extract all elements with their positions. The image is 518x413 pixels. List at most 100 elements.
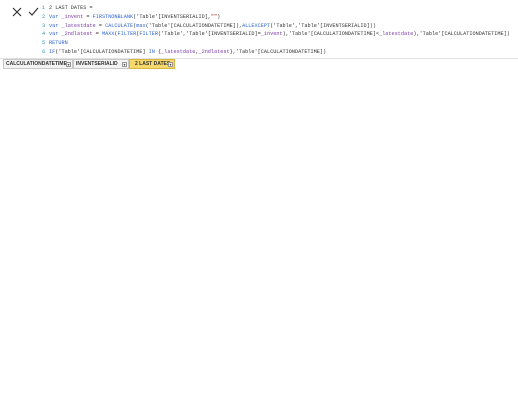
cell-2-last-dates[interactable] xyxy=(129,234,175,244)
cell-calculationdatetime[interactable]: 25-Apr-22 xyxy=(3,304,73,314)
cell-inventserialid[interactable]: CVS-002 xyxy=(73,95,129,105)
table-row[interactable]: 25-Nov-22 CVS-003 xyxy=(3,373,175,383)
commit-check-icon[interactable] xyxy=(26,5,40,19)
cell-calculationdatetime[interactable]: 28-Feb-22 xyxy=(3,115,73,125)
table-row[interactable]: 31-Oct-21 CVS-002 xyxy=(3,75,175,85)
cell-2-last-dates[interactable] xyxy=(129,135,175,145)
cell-2-last-dates[interactable] xyxy=(129,75,175,85)
cell-inventserialid[interactable]: CVS-003 xyxy=(73,393,129,403)
cell-inventserialid[interactable]: CVS-002 xyxy=(73,165,129,175)
cell-inventserialid[interactable]: CVS-002 xyxy=(73,194,129,204)
cell-2-last-dates[interactable] xyxy=(129,204,175,214)
table-row[interactable]: 31-Oct-22 CVS-002 xyxy=(3,194,175,204)
cell-2-last-dates[interactable] xyxy=(129,254,175,264)
table-row[interactable]: 25-Oct-21 CVS-001 xyxy=(3,244,175,254)
table-row[interactable]: 25-May-22 CVS-003 xyxy=(3,314,175,324)
cell-inventserialid[interactable]: CVS-002 xyxy=(73,75,129,85)
formula-editor[interactable]: 12 LAST DATES = 2 Var _invent = FIRSTNONBL… xyxy=(42,4,510,57)
cell-2-last-dates[interactable] xyxy=(129,373,175,383)
table-row[interactable]: 25-Jan-23 CVS-003 25-Jan-23 xyxy=(3,393,175,403)
cell-2-last-dates[interactable] xyxy=(129,115,175,125)
cell-calculationdatetime[interactable]: 25-Oct-22 xyxy=(3,364,73,374)
table-row[interactable]: 25-Sep-22 CVS-003 xyxy=(3,354,175,364)
column-header-2-last-dates[interactable]: 2 LAST DATES ▾ xyxy=(129,59,175,69)
cell-inventserialid[interactable]: CVS-003 xyxy=(73,383,129,393)
cell-2-last-dates[interactable] xyxy=(129,155,175,165)
cell-calculationdatetime[interactable]: 31-Dec-22 xyxy=(3,214,73,224)
cell-2-last-dates[interactable] xyxy=(129,324,175,334)
cell-inventserialid[interactable]: CVS-002 xyxy=(73,105,129,115)
table-row[interactable]: 31-Jan-23 CVS-002 31-Jan-23 xyxy=(3,224,175,234)
cell-inventserialid[interactable]: CVS-001 xyxy=(73,234,129,244)
cell-inventserialid[interactable]: CVS-001 xyxy=(73,274,129,284)
cell-calculationdatetime[interactable]: 30-Sep-22 xyxy=(3,184,73,194)
cell-inventserialid[interactable]: CVS-001 xyxy=(73,294,129,304)
cell-calculationdatetime[interactable]: 25-Jan-23 xyxy=(3,393,73,403)
cell-inventserialid[interactable]: CVS-001 xyxy=(73,284,129,294)
cell-calculationdatetime[interactable]: 25-Aug-22 xyxy=(3,344,73,354)
dropdown-icon[interactable]: ▾ xyxy=(66,62,71,67)
cell-2-last-dates[interactable] xyxy=(129,264,175,274)
cell-calculationdatetime[interactable]: 31-May-22 xyxy=(3,145,73,155)
cell-calculationdatetime[interactable]: 25-Dec-22 xyxy=(3,383,73,393)
table-row[interactable]: 25-Jan-22 CVS-001 xyxy=(3,274,175,284)
dropdown-icon[interactable]: ▾ xyxy=(168,62,173,67)
cell-inventserialid[interactable]: CVS-002 xyxy=(73,85,129,95)
table-row[interactable]: 30-Sep-22 CVS-002 xyxy=(3,184,175,194)
cell-inventserialid[interactable]: CVS-003 xyxy=(73,373,129,383)
cell-calculationdatetime[interactable]: 25-Nov-21 xyxy=(3,254,73,264)
table-row[interactable]: 25-Dec-22 CVS-003 xyxy=(3,383,175,393)
table-row[interactable]: 31-Jan-22 CVS-002 xyxy=(3,105,175,115)
table-row[interactable]: 25-Feb-22 CVS-001 xyxy=(3,284,175,294)
cell-inventserialid[interactable]: CVS-002 xyxy=(73,115,129,125)
cell-inventserialid[interactable]: CVS-002 xyxy=(73,135,129,145)
cell-2-last-dates[interactable] xyxy=(129,194,175,204)
cell-2-last-dates[interactable] xyxy=(129,244,175,254)
cell-2-last-dates[interactable] xyxy=(129,274,175,284)
cell-calculationdatetime[interactable]: 30-Nov-21 xyxy=(3,85,73,95)
column-header-inventserialid[interactable]: INVENTSERIALID ▾ xyxy=(73,59,129,69)
cell-2-last-dates[interactable]: 31-Dec-22 xyxy=(129,214,175,224)
cell-2-last-dates[interactable]: 25-Apr-22 xyxy=(129,304,175,314)
cell-calculationdatetime[interactable]: 30-Jun-22 xyxy=(3,155,73,165)
table-row[interactable]: 31-May-22 CVS-002 xyxy=(3,145,175,155)
table-row[interactable]: 25-Mar-22 CVS-001 25-Mar-22 xyxy=(3,294,175,304)
cell-2-last-dates[interactable] xyxy=(129,284,175,294)
column-header-calculationdatetime[interactable]: CALCULATIONDATETIME ▾ xyxy=(3,59,73,69)
table-row[interactable]: 25-Jul-22 CVS-003 xyxy=(3,334,175,344)
table-row[interactable]: 31-Dec-22 CVS-002 31-Dec-22 xyxy=(3,214,175,224)
cancel-icon[interactable] xyxy=(10,5,24,19)
cell-calculationdatetime[interactable]: 25-Sep-21 xyxy=(3,234,73,244)
table-row[interactable]: 31-Jul-22 CVS-002 xyxy=(3,165,175,175)
cell-inventserialid[interactable]: CVS-003 xyxy=(73,354,129,364)
table-row[interactable]: 25-Nov-21 CVS-001 xyxy=(3,254,175,264)
table-row[interactable]: 30-Nov-22 CVS-002 xyxy=(3,204,175,214)
cell-calculationdatetime[interactable]: 30-Apr-22 xyxy=(3,135,73,145)
table-row[interactable]: 25-Apr-22 CVS-001 25-Apr-22 xyxy=(3,304,175,314)
cell-inventserialid[interactable]: CVS-001 xyxy=(73,244,129,254)
cell-2-last-dates[interactable] xyxy=(129,364,175,374)
table-row[interactable]: 25-Dec-21 CVS-001 xyxy=(3,264,175,274)
cell-inventserialid[interactable]: CVS-002 xyxy=(73,214,129,224)
cell-inventserialid[interactable]: CVS-001 xyxy=(73,304,129,314)
cell-inventserialid[interactable]: CVS-003 xyxy=(73,364,129,374)
cell-2-last-dates[interactable] xyxy=(129,184,175,194)
table-row[interactable]: 25-Aug-22 CVS-003 xyxy=(3,344,175,354)
cell-calculationdatetime[interactable]: 31-Dec-21 xyxy=(3,95,73,105)
cell-inventserialid[interactable]: CVS-003 xyxy=(73,403,129,413)
cell-2-last-dates[interactable] xyxy=(129,95,175,105)
cell-2-last-dates[interactable] xyxy=(129,125,175,135)
table-row[interactable]: 25-Sep-21 CVS-001 xyxy=(3,234,175,244)
cell-inventserialid[interactable]: CVS-002 xyxy=(73,145,129,155)
cell-inventserialid[interactable]: CVS-002 xyxy=(73,184,129,194)
cell-2-last-dates[interactable]: 31-Jan-23 xyxy=(129,224,175,234)
cell-calculationdatetime[interactable]: 31-Jan-23 xyxy=(3,224,73,234)
cell-calculationdatetime[interactable]: 25-Dec-21 xyxy=(3,264,73,274)
cell-2-last-dates[interactable] xyxy=(129,165,175,175)
cell-2-last-dates[interactable] xyxy=(129,105,175,115)
cell-calculationdatetime[interactable]: 25-Jan-22 xyxy=(3,274,73,284)
cell-calculationdatetime[interactable]: 25-Jul-22 xyxy=(3,334,73,344)
cell-calculationdatetime[interactable]: 31-Jul-22 xyxy=(3,165,73,175)
table-row[interactable]: 25-Feb-23 CVS-003 25-Feb-23 xyxy=(3,403,175,413)
cell-calculationdatetime[interactable]: 31-Aug-22 xyxy=(3,174,73,184)
